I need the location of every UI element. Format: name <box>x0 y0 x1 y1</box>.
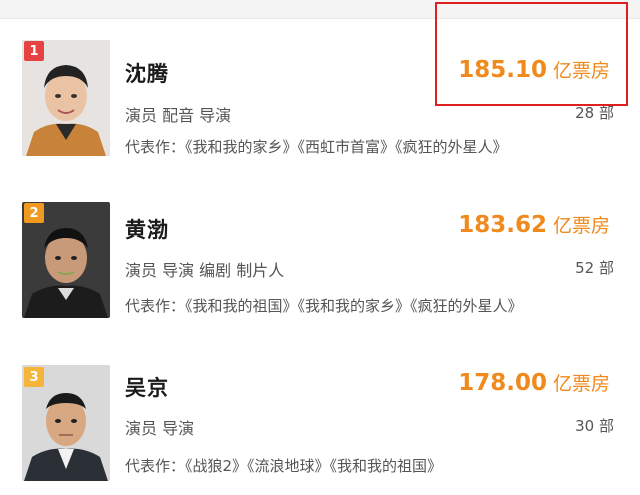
representative-works: 代表作：《我和我的祖国》《我和我的家乡》《疯狂的外星人》 <box>125 297 523 315</box>
film-count: 52 部 <box>575 259 614 277</box>
representative-works: 代表作：《我和我的家乡》《西虹市首富》《疯狂的外星人》 <box>125 138 508 156</box>
representative-works: 代表作：《战狼2》《流浪地球》《我和我的祖国》 <box>125 457 443 475</box>
box-office: 178.00 亿票房 <box>458 369 610 396</box>
box-office: 183.62 亿票房 <box>458 211 610 238</box>
actor-name[interactable]: 黄渤 <box>125 214 169 244</box>
actor-row-3[interactable]: 3 吴京 演员 导演 代表作：《战狼2》《流浪地球》《我和我的祖国》 178.0… <box>0 343 640 495</box>
actor-roles: 演员 配音 导演 <box>125 106 232 125</box>
rank-badge: 2 <box>24 203 44 223</box>
box-office-unit: 亿票房 <box>552 215 610 237</box>
actor-roles: 演员 导演 <box>125 419 195 438</box>
highlight-box <box>435 2 628 106</box>
rank-badge: 1 <box>24 41 44 61</box>
rank-badge: 3 <box>24 367 44 387</box>
box-office-value: 183.62 <box>458 212 547 238</box>
box-office-unit: 亿票房 <box>552 373 610 395</box>
actor-name[interactable]: 吴京 <box>125 372 169 402</box>
actor-roles: 演员 导演 编剧 制片人 <box>125 261 285 280</box>
actor-row-2[interactable]: 2 黄渤 演员 导演 编剧 制片人 代表作：《我和我的祖国》《我和我的家乡》《疯… <box>0 181 640 343</box>
film-count: 30 部 <box>575 417 614 435</box>
box-office-value: 178.00 <box>458 370 547 396</box>
actor-name[interactable]: 沈腾 <box>125 58 169 88</box>
